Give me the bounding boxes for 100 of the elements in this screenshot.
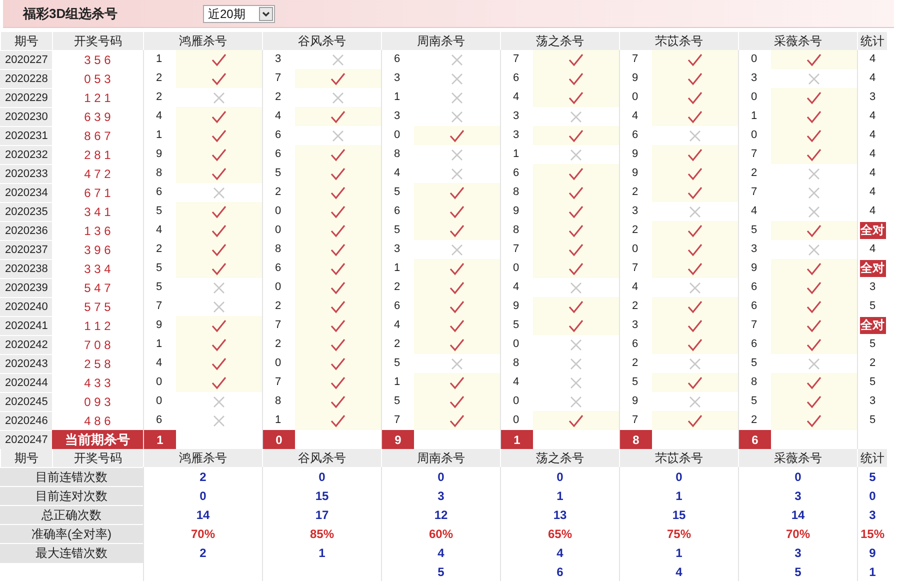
- kill-number-badge: 1: [501, 430, 533, 449]
- table-cell: 2020232: [0, 145, 52, 164]
- table-cell-text: 4: [512, 90, 520, 106]
- table-cell-text: 2: [274, 90, 282, 106]
- table-cell-text: 3: [794, 488, 802, 504]
- table-cell-text: 6: [274, 147, 282, 162]
- table-cell: 2020230: [0, 107, 52, 126]
- table-cell-text: 5: [393, 394, 402, 410]
- table-cell-text: 15: [315, 488, 329, 504]
- table-cell-text: 5: [750, 223, 758, 238]
- table-cell-text: 6: [631, 337, 640, 352]
- table-cell-text: 8: [512, 356, 520, 372]
- table-cell-text: 4 7 2: [83, 166, 112, 182]
- table-cell-text: 0: [869, 488, 876, 504]
- table-cell-text: 7: [631, 52, 640, 68]
- table-cell-text: 0: [512, 413, 520, 428]
- table-cell-text: 0 9 3: [83, 394, 112, 410]
- table-cell-text: 8: [512, 185, 520, 200]
- column-header: 开奖号码: [52, 32, 143, 50]
- table-cell-text: 3: [750, 71, 758, 86]
- column-header: 统计: [857, 449, 887, 467]
- table-cell-text: 0: [556, 468, 564, 486]
- table-cell-text: 9: [631, 166, 640, 182]
- table-cell-text: 0 5 3: [83, 70, 112, 88]
- table-cell-text: 6: [750, 280, 758, 296]
- table-cell-text: 12: [434, 506, 448, 524]
- column-header: 统计: [857, 32, 887, 50]
- table-cell-text: 0: [512, 394, 520, 410]
- table-cell-text: 5: [438, 564, 444, 580]
- table-cell-text: 8: [750, 375, 758, 390]
- table-cell-text: 5: [274, 166, 282, 182]
- table-cell-text: 3 5 6: [83, 52, 112, 68]
- period-select[interactable]: 近20期: [203, 4, 275, 22]
- table-cell: 2020228: [0, 69, 52, 88]
- column-header: 采薇杀号: [738, 32, 857, 50]
- table-cell-text: 3: [794, 544, 802, 562]
- table-cell: 2020241: [0, 316, 52, 335]
- column-header: 周南杀号: [381, 449, 500, 467]
- table-cell-text: 4: [438, 544, 444, 562]
- table-cell-text: 85%: [310, 526, 334, 542]
- table-cell-text: 5: [869, 413, 876, 428]
- column-header: 荡之杀号: [500, 32, 619, 50]
- table-cell-text: 5: [393, 356, 402, 372]
- table-cell: 准确率(全对率): [0, 524, 143, 543]
- table-cell-text: 6: [155, 413, 164, 428]
- table-cell: 2020242: [0, 335, 52, 354]
- table-cell: 2020239: [0, 278, 52, 297]
- table-cell: 2020227: [0, 50, 52, 69]
- table-cell-text: 5: [794, 564, 802, 580]
- table-cell: 2020229: [0, 88, 52, 107]
- table-cell-text: 4: [512, 375, 520, 390]
- table-cell-text: 2: [393, 337, 402, 352]
- table-cell-text: 4: [869, 52, 876, 68]
- table-cell-text: 7: [155, 299, 164, 314]
- table-cell-text: 4: [155, 356, 164, 372]
- table-cell: 2020244: [0, 373, 52, 392]
- table-cell: 2020238: [0, 259, 52, 278]
- table-cell-text: 9: [631, 394, 640, 410]
- table-cell-text: 2: [631, 185, 640, 200]
- table-cell-text: 3: [393, 242, 402, 258]
- table-cell-text: 7: [750, 147, 758, 162]
- table-cell-text: 8: [274, 394, 282, 410]
- table-cell-text: 0: [750, 90, 758, 106]
- table-cell-text: 13: [553, 506, 567, 524]
- table-cell-text: 6: [393, 204, 402, 220]
- table-cell: 目前连错次数: [0, 467, 143, 486]
- table-cell-text: 6: [512, 71, 520, 86]
- table-cell-text: 2: [274, 337, 282, 352]
- table-cell-text: 3: [750, 242, 758, 258]
- column-header: 芣苡杀号: [619, 32, 738, 50]
- table-cell-text: 0: [155, 394, 164, 410]
- table-cell-text: 1: [155, 128, 164, 144]
- table-cell-text: 6: [556, 564, 564, 580]
- table-cell-text: 2: [155, 90, 164, 106]
- table-cell-text: 4: [869, 128, 876, 144]
- table-cell-text: 4: [393, 166, 402, 182]
- table-cell-text: 1: [869, 564, 876, 580]
- table-cell-text: 6: [274, 261, 282, 276]
- table-cell-text: 5: [155, 280, 164, 296]
- table-cell-text: 14: [791, 506, 805, 524]
- table-cell-text: 4: [155, 223, 164, 238]
- table-cell-text: 65%: [548, 526, 572, 542]
- table-cell-text: 7: [631, 261, 640, 276]
- table-cell-text: 5: [869, 337, 876, 352]
- table-cell-text: 75%: [666, 526, 692, 542]
- table-cell-text: 15%: [860, 526, 885, 542]
- table-cell-text: 1: [393, 261, 402, 276]
- table-cell-text: 3: [631, 204, 640, 220]
- table-cell-text: 7: [512, 52, 520, 68]
- table-cell-text: 4: [556, 544, 564, 562]
- table-cell-text: 0: [393, 128, 402, 144]
- column-header: 采薇杀号: [738, 449, 857, 467]
- column-header: 期号: [0, 32, 52, 50]
- table-cell-text: 9: [631, 71, 640, 86]
- column-header: 芣苡杀号: [619, 449, 738, 467]
- table-cell-text: 3: [438, 488, 444, 504]
- table-cell-text: 9: [155, 318, 164, 334]
- table-cell: 2020240: [0, 297, 52, 316]
- table-cell: 目前连对次数: [0, 486, 143, 505]
- table-cell-text: 1: [155, 337, 164, 352]
